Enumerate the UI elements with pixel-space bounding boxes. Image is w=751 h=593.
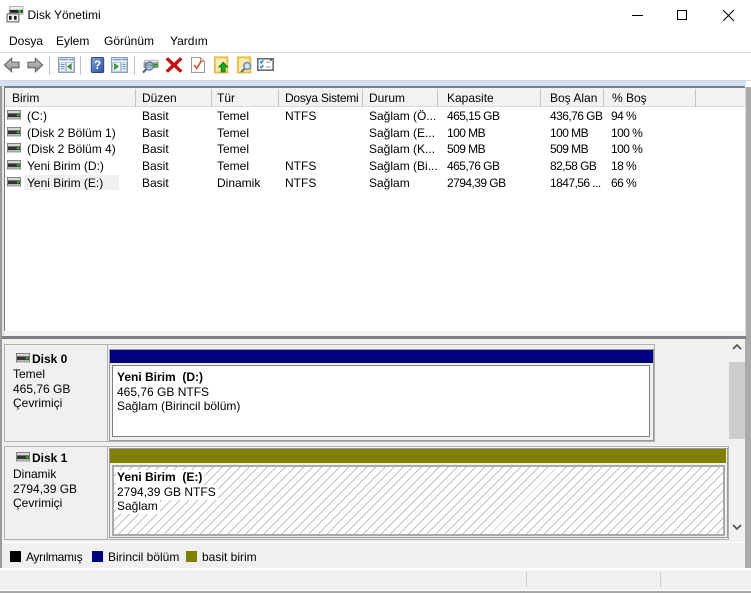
svg-text:?: ? [93, 60, 100, 72]
